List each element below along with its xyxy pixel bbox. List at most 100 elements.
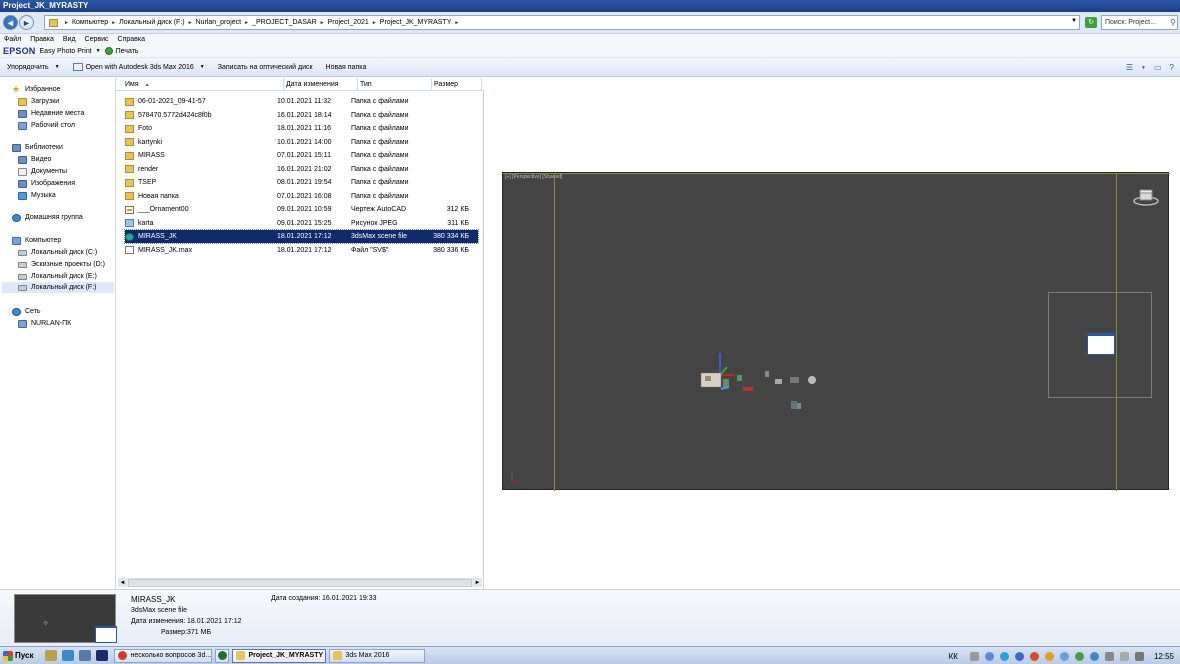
column-header-type[interactable]: Тип bbox=[358, 78, 432, 91]
clock[interactable]: 12:55 bbox=[1154, 652, 1174, 661]
nav-drive-c[interactable]: Локальный диск (C:) bbox=[18, 247, 97, 258]
tray-app-icon[interactable] bbox=[1029, 651, 1039, 661]
nav-documents[interactable]: Документы bbox=[18, 166, 67, 177]
scene-objects bbox=[700, 353, 816, 409]
taskbar-item-explorer[interactable]: Project_JK_MYRASTY bbox=[232, 648, 327, 663]
language-indicator[interactable]: КК bbox=[949, 652, 958, 661]
taskbar-item-3dsmax[interactable]: 3ds Max 2016 bbox=[329, 648, 426, 663]
scroll-left-icon[interactable]: ◄ bbox=[118, 579, 127, 587]
nav-drive-d[interactable]: Эскизные проекты (D:) bbox=[18, 259, 105, 270]
breadcrumb-nurlan-project[interactable]: Nurlan_project bbox=[196, 19, 242, 26]
easy-photo-print-button[interactable]: Easy Photo Print bbox=[40, 48, 92, 55]
network-status-icon[interactable] bbox=[1104, 651, 1114, 661]
telegram-icon[interactable] bbox=[999, 651, 1009, 661]
details-pane: ✣ MIRASS_JK 3dsMax scene file Дата измен… bbox=[0, 589, 1180, 646]
search-icon[interactable]: ⚲ bbox=[1170, 16, 1176, 29]
taskbar-item-app[interactable] bbox=[215, 648, 230, 663]
chevron-down-icon[interactable]: ▼ bbox=[96, 48, 101, 54]
help-icon[interactable]: ? bbox=[1170, 63, 1174, 73]
file-name-cell: MIRASS_JK.max bbox=[125, 244, 275, 257]
tray-app-icon[interactable] bbox=[984, 651, 994, 661]
file-row[interactable]: 06-01-2021_09-41-57 10.01.2021 11:32 Папка… bbox=[125, 95, 478, 108]
nav-drive-f[interactable]: Локальный диск (F:) bbox=[2, 282, 114, 293]
chevron-down-icon[interactable]: ▼ bbox=[1071, 18, 1077, 24]
network-app-icon[interactable] bbox=[79, 650, 92, 661]
file-manager-icon[interactable] bbox=[45, 650, 58, 661]
print-button[interactable]: Печать bbox=[116, 48, 139, 55]
taskbar-item-browser[interactable]: несколько вопросов 3d... bbox=[114, 648, 213, 663]
menu-file[interactable]: Файл bbox=[4, 36, 21, 43]
file-name-cell: Foto bbox=[125, 122, 275, 135]
tray-app-icon[interactable] bbox=[1059, 651, 1069, 661]
nav-pc[interactable]: NURLAN-ПК bbox=[18, 318, 71, 329]
column-header-date[interactable]: Дата изменения bbox=[284, 78, 358, 91]
forward-button[interactable]: ► bbox=[19, 15, 34, 30]
file-row[interactable]: 578470.5772d424c8f0b 16.01.2021 18:14 Папк… bbox=[125, 109, 478, 122]
file-row[interactable]: Новая папка 07.01.2021 16:08 Папка с файла… bbox=[125, 190, 478, 203]
breadcrumb-project-2021[interactable]: Project_2021 bbox=[328, 19, 369, 26]
scroll-right-icon[interactable]: ► bbox=[473, 579, 482, 587]
file-row[interactable]: render 16.01.2021 21:02 Папка с файлами bbox=[125, 163, 478, 176]
nav-music[interactable]: Музыка bbox=[18, 190, 56, 201]
chevron-down-icon[interactable]: ▼ bbox=[1141, 63, 1146, 73]
column-header-size[interactable]: Размер bbox=[432, 78, 482, 91]
organize-button[interactable]: Упорядочить ▼ bbox=[7, 64, 60, 71]
nav-favorites[interactable]: ★ Избранное bbox=[12, 84, 60, 95]
photoshop-icon[interactable] bbox=[96, 650, 109, 661]
desktop-icon bbox=[18, 121, 27, 130]
tray-arrow-icon[interactable] bbox=[969, 651, 979, 661]
file-name: MIRASS_JK bbox=[138, 233, 177, 240]
nav-drive-f-label: Локальный диск (F:) bbox=[31, 284, 97, 291]
scroll-thumb[interactable] bbox=[128, 579, 472, 587]
address-bar[interactable]: ► Компьютер ► Локальный диск (F:) ► Nurl… bbox=[44, 15, 1080, 30]
preview-pane-icon[interactable]: ▭ bbox=[1154, 63, 1162, 73]
breadcrumb-computer[interactable]: Компьютер bbox=[72, 19, 108, 26]
nav-video[interactable]: Видео bbox=[18, 154, 51, 165]
menu-help[interactable]: Справка bbox=[118, 36, 145, 43]
horizontal-scrollbar[interactable]: ◄ ► bbox=[118, 578, 482, 587]
tray-app-icon[interactable] bbox=[1014, 651, 1024, 661]
nav-downloads[interactable]: Загрузки bbox=[18, 96, 59, 107]
file-row[interactable]: Foto 18.01.2021 11:16 Папка с файлами bbox=[125, 122, 478, 135]
nav-images[interactable]: Изображения bbox=[18, 178, 75, 189]
menu-edit[interactable]: Правка bbox=[30, 36, 54, 43]
file-row[interactable]: kartynki 10.01.2021 14:00 Папка с файлами bbox=[125, 136, 478, 149]
refresh-button[interactable]: ↻ bbox=[1085, 17, 1097, 28]
flag-icon[interactable] bbox=[1134, 651, 1144, 661]
file-row[interactable]: TSEP 08.01.2021 19:54 Папка с файлами bbox=[125, 176, 478, 189]
open-with-button[interactable]: Open with Autodesk 3ds Max 2016 ▼ bbox=[72, 63, 205, 71]
tray-app-icon[interactable] bbox=[1044, 651, 1054, 661]
volume-icon[interactable] bbox=[1119, 651, 1129, 661]
file-row[interactable]: MIRASS 07.01.2021 15:11 Папка с файлами bbox=[125, 149, 478, 162]
media-icon[interactable] bbox=[62, 650, 75, 661]
back-button[interactable]: ◄ bbox=[3, 15, 18, 30]
tray-app-icon[interactable] bbox=[1089, 651, 1099, 661]
file-row[interactable]: ___Ornament00 09.01.2021 10:59 Чертеж Auto… bbox=[125, 203, 478, 216]
file-row[interactable]: MIRASS_JK 18.01.2021 17:12 3dsMax scene fi… bbox=[124, 229, 479, 244]
file-row[interactable]: MIRASS_JK.max 18.01.2021 17:12 Файл "SV$" 3… bbox=[125, 244, 478, 257]
view-options-icon[interactable]: ☰ bbox=[1126, 63, 1133, 73]
menu-view[interactable]: Вид bbox=[63, 36, 76, 43]
search-input[interactable]: Поиск: Project... ⚲ bbox=[1101, 15, 1178, 30]
nav-homegroup[interactable]: Домашняя группа bbox=[12, 212, 83, 223]
breadcrumb-drive-f[interactable]: Локальный диск (F:) bbox=[119, 19, 184, 26]
start-button[interactable]: Пуск bbox=[1, 648, 37, 664]
nav-libraries[interactable]: Библиотеки bbox=[12, 142, 63, 153]
tray-app-icon[interactable] bbox=[1074, 651, 1084, 661]
column-headers: Имя ▲ Дата изменения Тип Размер bbox=[116, 78, 484, 91]
window-title-bar[interactable]: Project_JK_MYRASTY bbox=[0, 0, 1180, 12]
file-row[interactable]: karta 09.01.2021 15:25 Рисунок JPEG 311 КБ bbox=[125, 217, 478, 230]
breadcrumb-project-jk-myrasty[interactable]: Project_JK_MYRASTY bbox=[380, 19, 452, 26]
nav-desktop[interactable]: Рабочий стол bbox=[18, 120, 75, 131]
new-folder-button[interactable]: Новая папка bbox=[326, 64, 367, 71]
burn-button[interactable]: Записать на оптический диск bbox=[218, 64, 313, 71]
nav-recent[interactable]: Недавние места bbox=[18, 108, 84, 119]
nav-network[interactable]: Сеть bbox=[12, 306, 41, 317]
address-toolbar: ◄ ► ► Компьютер ► Локальный диск (F:) ► … bbox=[0, 12, 1180, 34]
nav-computer[interactable]: Компьютер bbox=[12, 235, 61, 246]
menu-tools[interactable]: Сервис bbox=[85, 36, 109, 43]
column-header-name[interactable]: Имя ▲ bbox=[116, 78, 284, 91]
column-name-label: Имя bbox=[125, 81, 139, 88]
nav-drive-e[interactable]: Локальный диск (E:) bbox=[18, 271, 97, 282]
breadcrumb-project-dasar[interactable]: _PROJECT_DASAR bbox=[252, 19, 317, 26]
